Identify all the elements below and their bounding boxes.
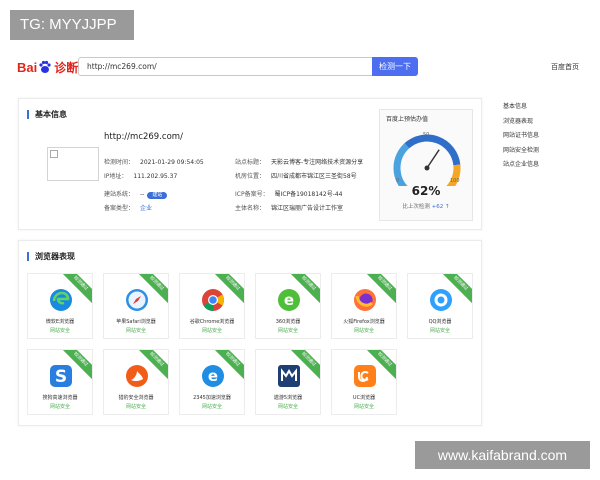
gauge-hub (424, 165, 430, 171)
browser-name: 遨游5浏览器 (273, 395, 303, 401)
browser-name: 谷歌Chrome浏览器 (189, 319, 235, 325)
svg-text:S: S (55, 367, 67, 387)
site-url[interactable]: http://mc269.com/ (104, 132, 183, 142)
browser-card[interactable]: 检测通过 遨游5浏览器 网站安全 (255, 349, 321, 415)
browser-section-title: 浏览器表现 (27, 252, 75, 261)
baidu-logo[interactable]: Bai 诊断 (17, 58, 78, 76)
browser-card[interactable]: 检测通过 微软E浏览器 网站安全 (27, 273, 93, 339)
safe-label: 网站安全 (201, 404, 222, 410)
overlay-tag: TG: MYYJJPP (10, 10, 134, 40)
safe-label: 网站安全 (353, 404, 374, 410)
browser-name: 苹果Safari浏览器 (116, 319, 156, 325)
safe-label: 网站安全 (429, 328, 450, 334)
browser-card[interactable]: 检测通过 苹果Safari浏览器 网站安全 (103, 273, 169, 339)
svg-text:e: e (208, 367, 218, 385)
firefox-icon (353, 288, 377, 312)
biz-type-field: 备案类型： 企业 (104, 205, 153, 212)
safe-label: 网站安全 (125, 328, 146, 334)
browser-card[interactable]: 检测通过 e 2345加速浏览器 网站安全 (179, 349, 245, 415)
browser-card[interactable]: 检测通过 猎豹安全浏览器 网站安全 (103, 349, 169, 415)
server-location-field: 机房位置： 四川省成都市锦江区三圣街58号 (235, 173, 357, 180)
paw-icon (39, 60, 51, 73)
side-nav-basic-info[interactable]: 基本信息 (503, 100, 539, 115)
gauge-needle (426, 149, 440, 169)
safe-label: 网站安全 (277, 328, 298, 334)
check-button[interactable]: 检测一下 (372, 57, 418, 76)
svg-text:e: e (284, 291, 294, 309)
build-system-field: 建站系统： -- 建站 (104, 189, 168, 199)
browser-card[interactable]: 检测通过 S 搜狗高速浏览器 网站安全 (27, 349, 93, 415)
browser-name: UC浏览器 (352, 395, 376, 401)
browser-card[interactable]: 检测通过 QQ浏览器 网站安全 (407, 273, 473, 339)
safe-label: 网站安全 (125, 404, 146, 410)
safe-label: 网站安全 (277, 404, 298, 410)
safari-icon (125, 288, 149, 312)
weight-compare: 比上次检测 +62 ↑ (402, 204, 450, 210)
browser-name: 猎豹安全浏览器 (118, 395, 154, 401)
browser-name: QQ浏览器 (428, 319, 452, 325)
browser-card[interactable]: 检测通过 火狐Firefox浏览器 网站安全 (331, 273, 397, 339)
browser-panel: 浏览器表现 检测通过 微软E浏览器 网站安全 检测通过 苹果Safari浏览器 网站安全检… (18, 240, 482, 426)
weight-gauge: 0 50 100 (393, 132, 461, 186)
qq-browser-icon (429, 288, 453, 312)
browser-name: 微软E浏览器 (45, 319, 75, 325)
owner-field: 主体名称： 锦江区瑞丽广告设计工作室 (235, 205, 344, 212)
side-nav-company[interactable]: 站点企业信息 (503, 158, 539, 173)
side-nav-certificate[interactable]: 网站证书信息 (503, 129, 539, 144)
edge-icon (49, 288, 73, 312)
broken-image-icon (50, 150, 58, 158)
basic-info-title: 基本信息 (27, 110, 67, 119)
weight-estimate-card: 百度上预估办值 0 50 100 62% 比上次检测 +62 ↑ (379, 109, 473, 221)
site-thumbnail (47, 147, 99, 181)
browser-name: 火狐Firefox浏览器 (343, 319, 385, 325)
ip-field: IP地址： 111.202.95.37 (104, 173, 178, 180)
icp-field: ICP备案号： 蜀ICP备19018142号-44 (235, 191, 343, 198)
browser-name: 2345加速浏览器 (193, 395, 231, 401)
uc-browser-icon (353, 364, 377, 388)
safe-label: 网站安全 (353, 328, 374, 334)
liebao-icon (125, 364, 149, 388)
360-browser-icon: e (277, 288, 301, 312)
logo-text-bai: Bai (17, 59, 38, 75)
side-nav-browser[interactable]: 浏览器表现 (503, 115, 539, 130)
maxthon-icon (277, 364, 301, 388)
gauge-tick-50: 50 (423, 132, 429, 138)
weight-card-title: 百度上预估办值 (386, 116, 429, 123)
weight-percent: 62% (411, 184, 441, 198)
url-search-input[interactable] (78, 57, 373, 76)
browser-name: 360浏览器 (275, 319, 301, 325)
chrome-icon (201, 288, 225, 312)
build-badge[interactable]: 建站 (147, 192, 168, 199)
basic-info-panel: 基本信息 http://mc269.com/ 检测时间： 2021-01-29 0… (18, 98, 482, 230)
safe-label: 网站安全 (49, 328, 70, 334)
safe-label: 网站安全 (201, 328, 222, 334)
browser-card[interactable]: 检测通过 UC浏览器 网站安全 (331, 349, 397, 415)
sogou-icon: S (49, 364, 73, 388)
browser-name: 搜狗高速浏览器 (42, 395, 78, 401)
safe-label: 网站安全 (49, 404, 70, 410)
baidu-home-link[interactable]: 百度首页 (551, 62, 579, 72)
logo-text-diagnosis: 诊断 (54, 60, 79, 75)
check-time-field: 检测时间： 2021-01-29 09:54:05 (104, 159, 204, 166)
side-nav-security[interactable]: 网站安全检测 (503, 144, 539, 159)
site-title-field: 站点标题： 天影云博客-专注网络技术资源分享 (235, 159, 364, 166)
browser-card[interactable]: 检测通过 e 360浏览器 网站安全 (255, 273, 321, 339)
watermark: www.kaifabrand.com (415, 441, 590, 469)
2345-browser-icon: e (201, 364, 225, 388)
browser-card[interactable]: 检测通过 谷歌Chrome浏览器 网站安全 (179, 273, 245, 339)
side-navigation: 基本信息 浏览器表现 网站证书信息 网站安全检测 站点企业信息 (503, 100, 539, 173)
